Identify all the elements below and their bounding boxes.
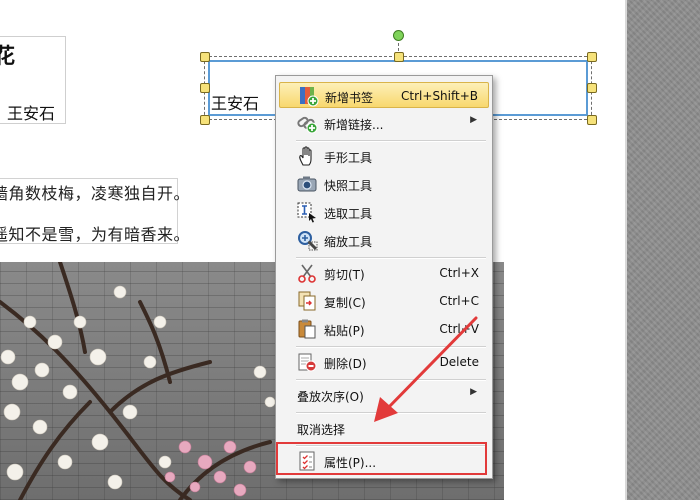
annotation-arrow xyxy=(374,316,478,422)
